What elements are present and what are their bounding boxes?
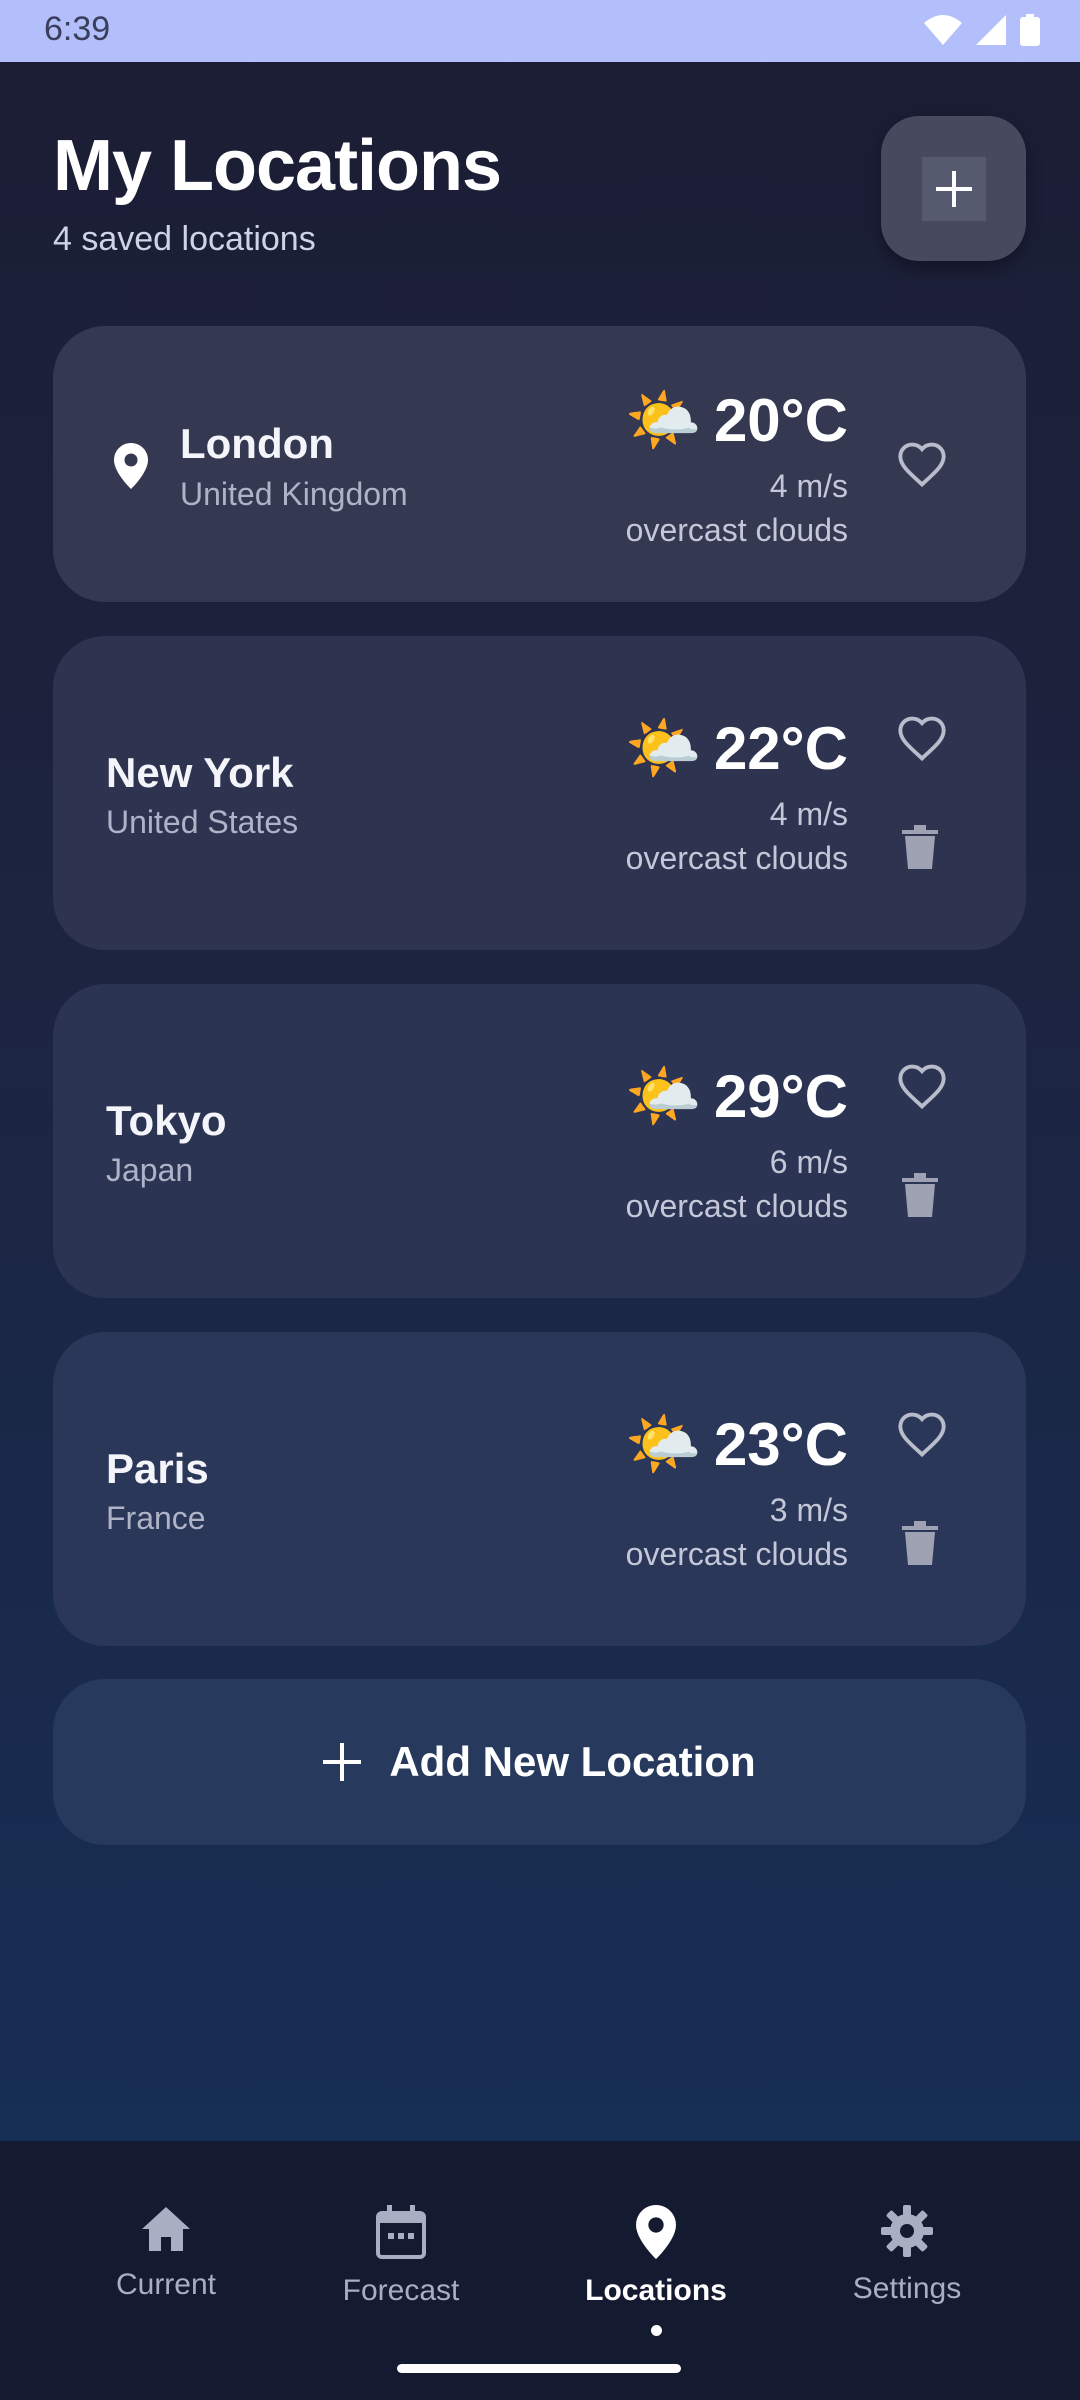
weather-description: overcast clouds <box>625 512 848 548</box>
temperature: 22°C <box>713 715 848 782</box>
location-name: London <box>180 420 334 467</box>
location-card-tokyo[interactable]: Tokyo Japan 🌤️ 29°C 6 m/s overcast cloud… <box>53 984 1026 1298</box>
delete-trash-icon[interactable] <box>902 825 938 869</box>
weather-description: overcast clouds <box>625 1188 848 1224</box>
temperature: 20°C <box>713 387 848 454</box>
sun-cloud-icon: 🌤️ <box>624 1409 702 1479</box>
home-indicator[interactable] <box>397 2364 681 2373</box>
status-bar: 6:39 <box>0 0 1080 62</box>
home-icon <box>142 2207 190 2251</box>
add-new-location-button[interactable]: Add New Location <box>53 1679 1026 1845</box>
favorite-heart-icon[interactable] <box>896 714 948 766</box>
sun-cloud-icon: 🌤️ <box>624 713 702 783</box>
location-country: United States <box>106 804 299 840</box>
wind-speed: 4 m/s <box>769 796 848 832</box>
saved-count: 4 saved locations <box>53 220 316 258</box>
location-country: France <box>106 1500 206 1536</box>
nav-label: Forecast <box>342 2274 460 2307</box>
cellular-icon <box>976 15 1006 45</box>
plus-icon <box>323 1743 362 1781</box>
location-pin-icon <box>114 443 148 489</box>
add-new-location-label: Add New Location <box>389 1738 756 1785</box>
wind-speed: 4 m/s <box>769 468 848 504</box>
gear-icon <box>881 2205 933 2257</box>
temperature: 29°C <box>713 1063 848 1130</box>
add-location-fab[interactable] <box>881 116 1026 261</box>
wifi-icon <box>924 15 962 45</box>
nav-label: Current <box>115 2268 217 2301</box>
nav-item-current[interactable]: Current <box>56 2205 276 2302</box>
location-country: United Kingdom <box>180 476 408 512</box>
nav-label: Settings <box>852 2272 962 2305</box>
wind-speed: 3 m/s <box>769 1492 848 1528</box>
location-name: New York <box>106 749 294 796</box>
nav-item-settings[interactable]: Settings <box>797 2205 1017 2306</box>
wind-speed: 6 m/s <box>769 1144 848 1180</box>
location-pin-icon <box>636 2205 676 2259</box>
location-name: Paris <box>106 1445 209 1492</box>
temperature: 23°C <box>713 1411 848 1478</box>
nav-item-locations[interactable]: Locations <box>546 2205 766 2308</box>
location-card-london[interactable]: London United Kingdom 🌤️ 20°C 4 m/s over… <box>53 326 1026 602</box>
bottom-navigation: Current Forecast Locations Settings <box>0 2141 1080 2400</box>
status-icons <box>924 14 1040 46</box>
page-title: My Locations <box>53 126 502 206</box>
plus-icon <box>921 156 986 221</box>
battery-icon <box>1020 14 1040 46</box>
status-time: 6:39 <box>44 10 111 48</box>
delete-trash-icon[interactable] <box>902 1173 938 1217</box>
location-name: Tokyo <box>106 1097 227 1144</box>
weather-description: overcast clouds <box>625 1536 848 1572</box>
calendar-icon <box>376 2205 426 2259</box>
location-card-paris[interactable]: Paris France 🌤️ 23°C 3 m/s overcast clou… <box>53 1332 1026 1646</box>
nav-item-forecast[interactable]: Forecast <box>291 2205 511 2308</box>
favorite-heart-icon[interactable] <box>896 1062 948 1114</box>
favorite-heart-icon[interactable] <box>896 1410 948 1462</box>
location-country: Japan <box>106 1152 194 1188</box>
active-indicator-dot <box>651 2325 662 2336</box>
location-card-new-york[interactable]: New York United States 🌤️ 22°C 4 m/s ove… <box>53 636 1026 950</box>
weather-description: overcast clouds <box>625 840 848 876</box>
delete-trash-icon[interactable] <box>902 1521 938 1565</box>
sun-cloud-icon: 🌤️ <box>624 385 702 455</box>
favorite-heart-icon[interactable] <box>896 440 948 492</box>
sun-cloud-icon: 🌤️ <box>624 1061 702 1131</box>
nav-label: Locations <box>585 2274 727 2307</box>
